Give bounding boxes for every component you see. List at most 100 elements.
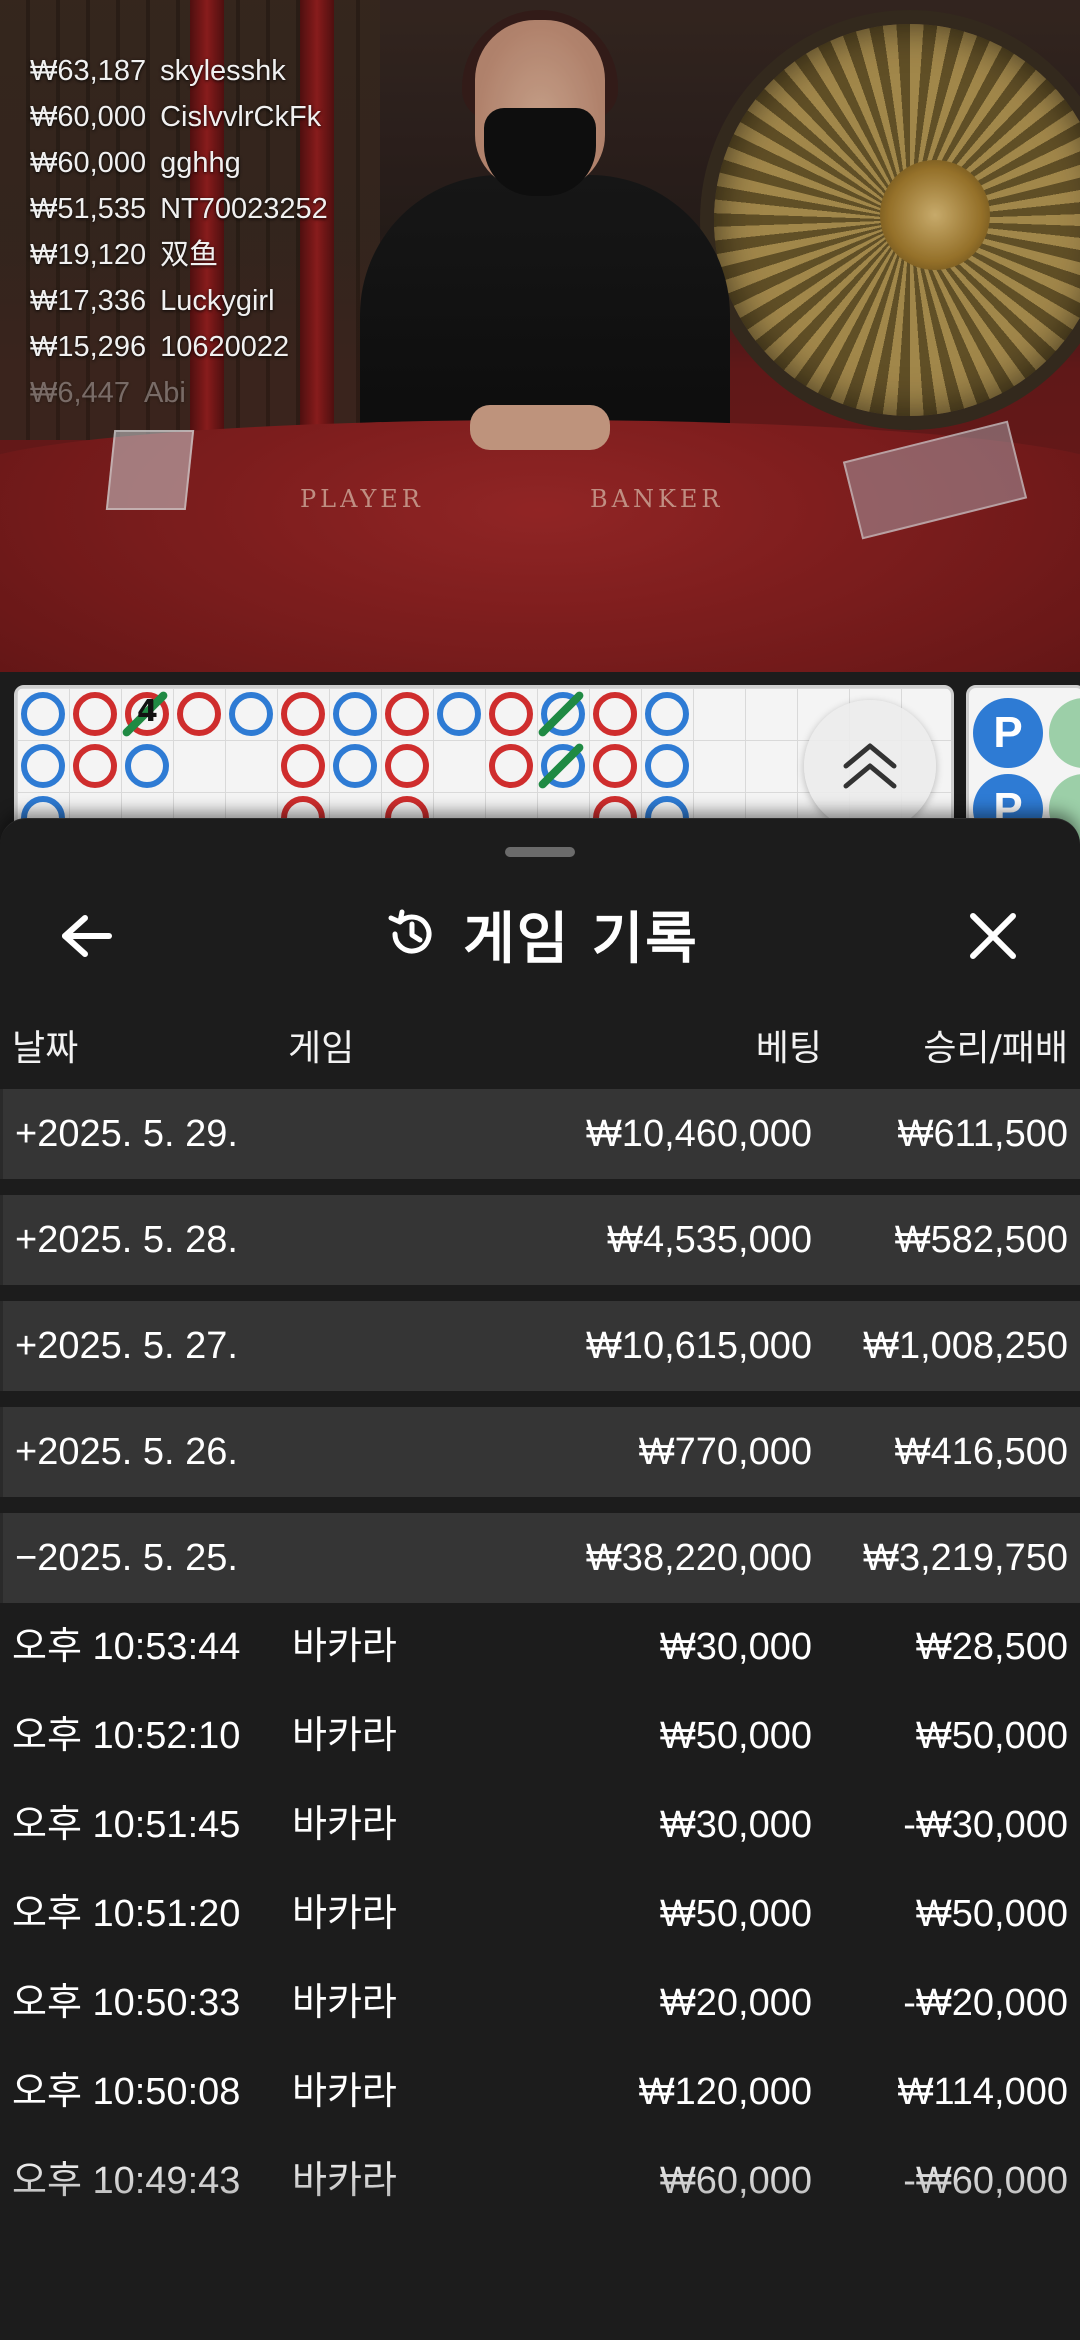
bead-player: P: [973, 698, 1043, 768]
round-bet: ₩30,000: [659, 1626, 812, 1668]
round-bet: ₩30,000: [659, 1804, 812, 1846]
day-row[interactable]: +2025. 5. 28. ₩4,535,000 ₩582,500: [0, 1195, 1080, 1285]
winners-feed: ₩63,187 skylesshk ₩60,000 CislvvlrCkFk ₩60…: [30, 48, 328, 416]
day-bet-total: ₩10,460,000: [585, 1113, 812, 1155]
round-time: 오후 10:50:33: [12, 1982, 241, 2024]
chevron-double-up-icon: [843, 743, 897, 789]
road-player: [281, 744, 325, 788]
feed-row: ₩60,000 gghhg: [30, 147, 241, 179]
round-row[interactable]: 오후 10:50:08 바카라 ₩120,000 ₩114,000: [0, 2048, 1080, 2137]
day-date: −2025. 5. 25.: [15, 1537, 238, 1579]
day-date: +2025. 5. 28.: [15, 1219, 238, 1261]
sheet-drag-handle[interactable]: [505, 847, 575, 857]
round-bet: ₩60,000: [659, 2160, 812, 2202]
round-game: 바카라: [292, 1804, 397, 1846]
day-row[interactable]: +2025. 5. 29. ₩10,460,000 ₩611,500: [0, 1089, 1080, 1179]
road-player: [73, 692, 117, 736]
day-winloss-total: ₩611,500: [897, 1113, 1068, 1155]
round-winloss: -₩30,000: [903, 1804, 1068, 1846]
day-winloss-total: ₩3,219,750: [863, 1537, 1068, 1579]
expand-scoreboard-button[interactable]: [804, 700, 936, 832]
round-winloss: ₩28,500: [915, 1626, 1068, 1668]
road-player: [177, 692, 221, 736]
feed-row: ₩51,535 NT70023252: [30, 193, 328, 225]
round-time: 오후 10:49:43: [12, 2160, 241, 2202]
round-game: 바카라: [292, 2160, 397, 2202]
day-date: +2025. 5. 27.: [15, 1325, 238, 1367]
round-winloss: ₩50,000: [915, 1893, 1068, 1935]
round-game: 바카라: [292, 1715, 397, 1757]
day-winloss-total: ₩416,500: [894, 1431, 1068, 1473]
day-winloss-total: ₩582,500: [894, 1219, 1068, 1261]
feed-row: ₩6,447 Abi: [30, 377, 186, 409]
round-game: 바카라: [292, 1893, 397, 1935]
arrow-left-icon: [62, 915, 112, 957]
feed-row: ₩15,296 10620022: [30, 331, 290, 363]
round-bet: ₩50,000: [659, 1715, 812, 1757]
round-row[interactable]: 오후 10:53:44 바카라 ₩30,000 ₩28,500: [0, 1603, 1080, 1692]
sheet-header: 게임 기록: [0, 879, 1080, 989]
road-player: [281, 692, 325, 736]
round-time: 오후 10:53:44: [12, 1626, 241, 1668]
round-bet: ₩20,000: [659, 1982, 812, 2024]
close-button[interactable]: [958, 901, 1028, 971]
road-banker: [21, 692, 65, 736]
back-button[interactable]: [52, 901, 122, 971]
page-title: 게임 기록: [463, 906, 699, 972]
road-player: [385, 692, 429, 736]
round-time: 오후 10:52:10: [12, 1715, 241, 1757]
bead-partial: [1049, 698, 1080, 768]
road-banker: [645, 692, 689, 736]
road-banker: [229, 692, 273, 736]
round-time: 오후 10:51:20: [12, 1893, 241, 1935]
day-winloss-total: ₩1,008,250: [863, 1325, 1068, 1367]
round-row[interactable]: 오후 10:49:43 바카라 ₩60,000 -₩60,000: [0, 2137, 1080, 2226]
road-banker: [21, 744, 65, 788]
round-bet: ₩120,000: [638, 2071, 812, 2113]
road-player: [489, 744, 533, 788]
round-winloss: ₩114,000: [897, 2071, 1068, 2113]
road-banker: [333, 744, 377, 788]
round-row[interactable]: 오후 10:50:33 바카라 ₩20,000 -₩20,000: [0, 1959, 1080, 2048]
column-header-game: 게임: [288, 1028, 355, 1069]
history-table: +2025. 5. 29. ₩10,460,000 ₩611,500 +2025…: [0, 1089, 1080, 2226]
round-winloss: -₩20,000: [903, 1982, 1068, 2024]
column-header-date: 날짜: [12, 1028, 79, 1069]
round-time: 오후 10:50:08: [12, 2071, 241, 2113]
round-winloss: ₩50,000: [915, 1715, 1068, 1757]
day-bet-total: ₩4,535,000: [607, 1219, 812, 1261]
road-tie-count: 4: [137, 694, 158, 729]
road-player: [593, 744, 637, 788]
feed-row: ₩60,000 CislvvlrCkFk: [30, 101, 322, 133]
round-row[interactable]: 오후 10:51:45 바카라 ₩30,000 -₩30,000: [0, 1781, 1080, 1870]
round-game: 바카라: [292, 1626, 397, 1668]
close-icon: [970, 913, 1016, 959]
round-row[interactable]: 오후 10:52:10 바카라 ₩50,000 ₩50,000: [0, 1692, 1080, 1781]
game-history-sheet: 게임 기록 날짜 게임 베팅 승리/패배 +2025. 5. 29. ₩10,4…: [0, 818, 1080, 2340]
road-banker: [333, 692, 377, 736]
feed-row: ₩19,120 双鱼: [30, 239, 219, 271]
history-icon: [388, 909, 432, 954]
day-bet-total: ₩38,220,000: [585, 1537, 812, 1579]
day-row[interactable]: +2025. 5. 26. ₩770,000 ₩416,500: [0, 1407, 1080, 1497]
road-banker: [125, 744, 169, 788]
road-banker: [437, 692, 481, 736]
round-game: 바카라: [292, 1982, 397, 2024]
live-video: PLAYER BANKER ₩63,187 skylesshk ₩60,000 Ci…: [0, 0, 1080, 672]
day-row[interactable]: +2025. 5. 27. ₩10,615,000 ₩1,008,250: [0, 1301, 1080, 1391]
day-date: +2025. 5. 26.: [15, 1431, 238, 1473]
day-bet-total: ₩770,000: [638, 1431, 812, 1473]
road-banker: [645, 744, 689, 788]
column-header-winloss: 승리/패배: [923, 1028, 1068, 1069]
round-winloss: -₩60,000: [903, 2160, 1068, 2202]
road-player: [593, 692, 637, 736]
day-row-expanded[interactable]: −2025. 5. 25. ₩38,220,000 ₩3,219,750: [0, 1513, 1080, 1603]
road-player: [385, 744, 429, 788]
feed-row: ₩63,187 skylesshk: [30, 55, 286, 87]
road-player: [489, 692, 533, 736]
day-date: +2025. 5. 29.: [15, 1113, 238, 1155]
round-row[interactable]: 오후 10:51:20 바카라 ₩50,000 ₩50,000: [0, 1870, 1080, 1959]
round-game: 바카라: [292, 2071, 397, 2113]
feed-row: ₩17,336 Luckygirl: [30, 285, 275, 317]
round-time: 오후 10:51:45: [12, 1804, 241, 1846]
